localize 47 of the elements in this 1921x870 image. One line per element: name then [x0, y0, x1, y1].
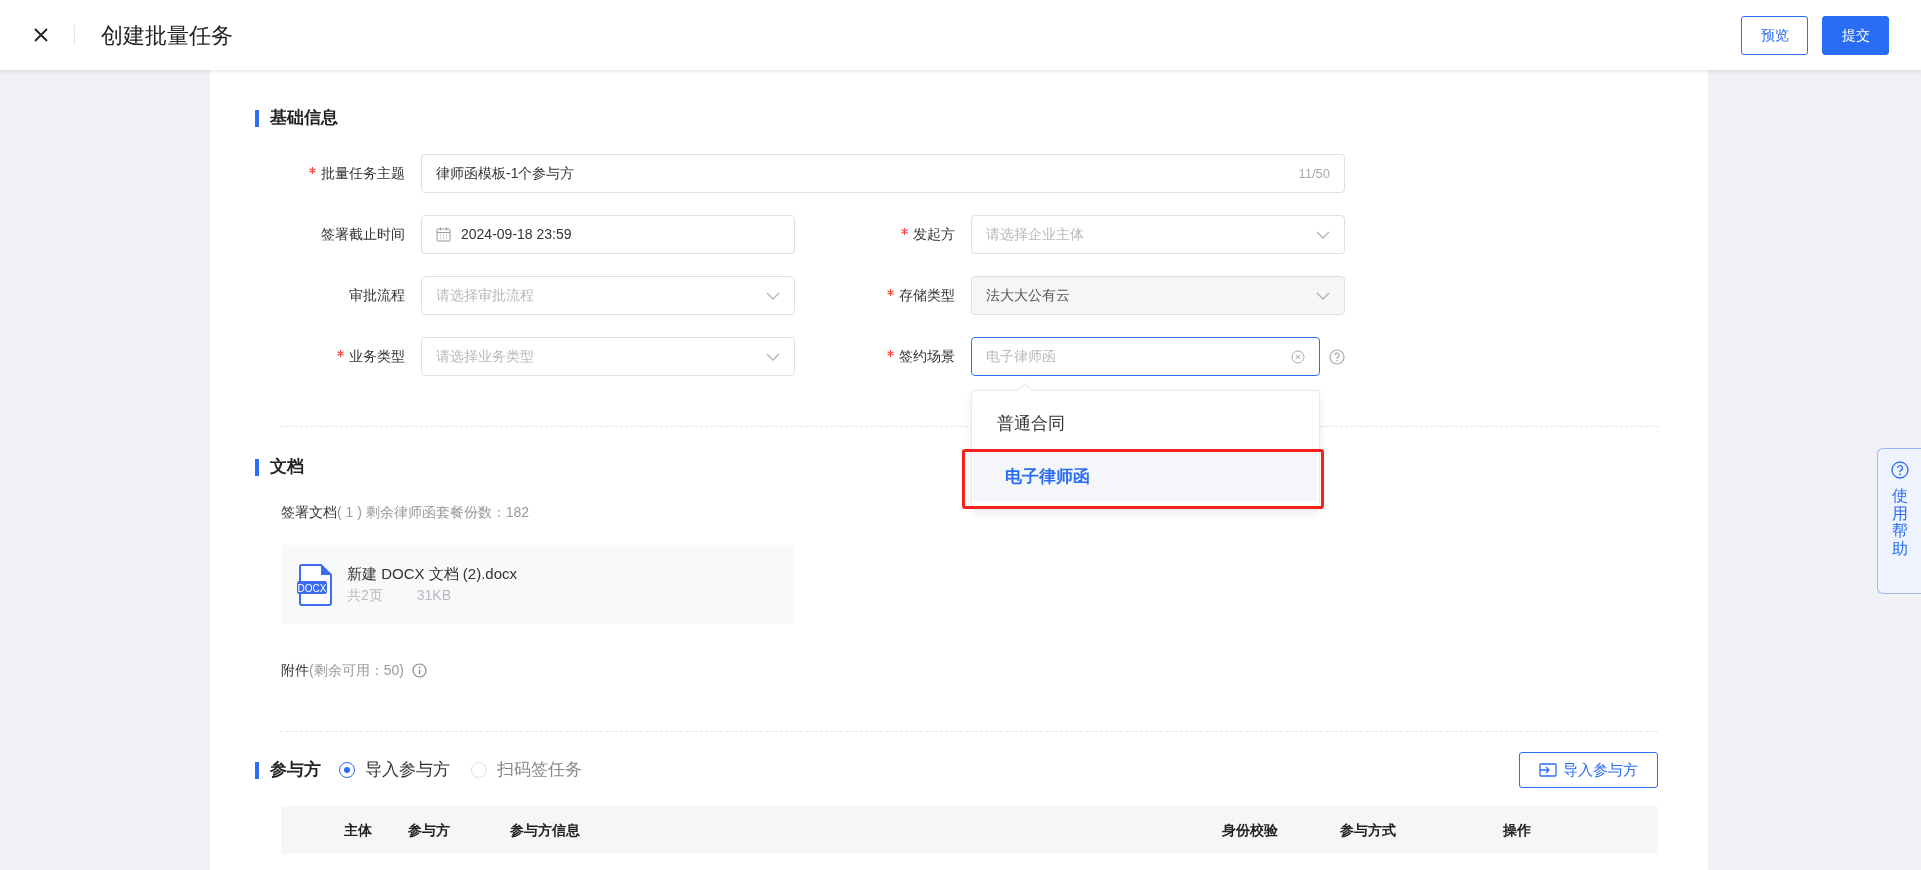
file-name: 新建 DOCX 文档 (2).docx	[347, 563, 518, 584]
calendar-icon	[436, 227, 451, 242]
help-icon[interactable]	[1329, 348, 1345, 365]
dropdown-option[interactable]: 电子律师函	[973, 452, 1317, 502]
column-header: 参与方	[408, 820, 451, 840]
chevron-down-icon	[766, 291, 780, 300]
field-label: 审批流程	[348, 286, 405, 305]
column-header: 参与方式	[1340, 820, 1397, 840]
section-title: 文档	[270, 456, 304, 479]
text-input[interactable]: 律师函模板-1个参与方 11/50	[421, 154, 1345, 193]
file-size: 31KB	[416, 586, 452, 606]
attachment-text: 附件(剩余可用：50)	[281, 661, 404, 680]
document-card[interactable]: DOCX 新建 DOCX 文档 (2).docx 共2页 31KB	[281, 545, 793, 624]
page-title: 创建批量任务	[101, 21, 233, 50]
column-header: 身份校验	[1222, 820, 1279, 840]
help-icon	[1890, 461, 1909, 479]
field-label: 签署截止时间	[320, 225, 405, 244]
preview-button[interactable]: 预览	[1741, 15, 1808, 55]
info-icon[interactable]	[411, 663, 427, 678]
import-button[interactable]: 导入参与方	[1519, 752, 1658, 788]
column-header: 操作	[1503, 820, 1532, 840]
submit-button[interactable]: 提交	[1822, 15, 1889, 55]
field-label: 存储类型	[805, 285, 955, 306]
import-icon	[1539, 763, 1557, 777]
column-header: 参与方信息	[510, 820, 581, 840]
close-icon[interactable]	[34, 28, 48, 42]
chevron-down-icon	[766, 352, 780, 361]
section-title: 基础信息	[270, 107, 338, 130]
help-label: 使用帮助	[1891, 487, 1908, 558]
character-counter: 11/50	[1298, 164, 1330, 183]
section-title: 参与方	[270, 759, 321, 782]
page-count: 共2页	[347, 586, 383, 606]
chevron-down-icon	[1316, 291, 1330, 300]
document-icon: DOCX	[297, 563, 333, 606]
radio-option[interactable]: 导入参与方	[339, 757, 450, 783]
clear-icon[interactable]	[1291, 349, 1305, 364]
dropdown-option[interactable]: 普通合同	[972, 399, 1319, 449]
field-label: 发起方	[805, 224, 955, 245]
document-count-text: 签署文档( 1 ) 剩余律师函套餐份数：182	[281, 503, 531, 522]
field-label: 业务类型	[255, 346, 405, 367]
help-tab[interactable]: 使用帮助	[1877, 448, 1921, 594]
date-picker[interactable]: 2024-09-18 23:59	[421, 215, 795, 254]
radio-option[interactable]: 扫码签任务	[471, 757, 582, 783]
field-label: 签约场景	[805, 346, 955, 367]
field-label: 批量任务主题	[255, 163, 405, 184]
column-header: 主体	[344, 820, 373, 840]
chevron-down-icon	[1316, 230, 1330, 239]
